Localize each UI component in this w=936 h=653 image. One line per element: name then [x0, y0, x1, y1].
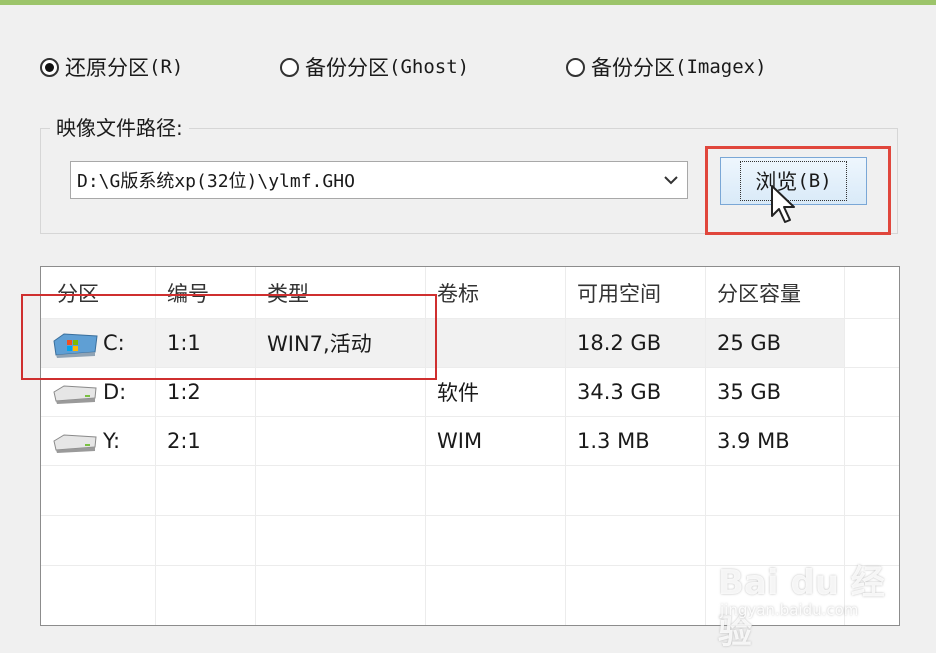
row-divider: [41, 515, 899, 516]
cell-free-space: 18.2 GB: [577, 331, 662, 355]
radio-checked-indicator: [40, 57, 59, 77]
radio-restore-partition[interactable]: 还原分区 (R): [40, 52, 183, 82]
cell-capacity: 25 GB: [717, 331, 782, 355]
radio-label: 备份分区: [591, 56, 675, 80]
column-divider: [844, 267, 845, 625]
row-divider: [41, 465, 899, 466]
column-header-free-space[interactable]: 可用空间: [577, 267, 661, 318]
cell-label: 软件: [437, 381, 479, 405]
cell-free-space: 34.3 GB: [577, 380, 662, 404]
browse-hotkey: (B): [797, 170, 832, 192]
image-path-combobox[interactable]: D:\G版系统xp(32位)\ylmf.GHO: [70, 161, 688, 199]
image-path-value: D:\G版系统xp(32位)\ylmf.GHO: [77, 171, 355, 192]
cell-number: 2:1: [167, 429, 201, 453]
row-divider: [41, 565, 899, 566]
radio-hotkey: (Imagex): [675, 56, 767, 78]
chevron-down-icon[interactable]: [655, 162, 687, 198]
radio-unchecked-indicator: [566, 57, 585, 77]
radio-backup-imagex[interactable]: 备份分区 (Imagex): [566, 52, 767, 82]
cell-partition: Y:: [103, 429, 121, 453]
window-top-border: [0, 0, 936, 5]
mouse-pointer-icon: [771, 185, 795, 223]
row-highlight-annotation: [21, 294, 437, 380]
hard-drive-icon: [53, 385, 97, 404]
radio-unchecked-indicator: [280, 57, 299, 77]
radio-label: 还原分区: [65, 56, 149, 80]
cell-capacity: 3.9 MB: [717, 429, 790, 453]
radio-backup-ghost[interactable]: 备份分区 (Ghost): [280, 52, 469, 82]
column-header-label[interactable]: 卷标: [437, 267, 479, 318]
hard-drive-icon: [53, 434, 97, 453]
column-header-capacity[interactable]: 分区容量: [717, 267, 801, 318]
cell-label: WIM: [437, 429, 483, 453]
column-divider: [705, 267, 706, 625]
image-path-label: 映像文件路径:: [50, 114, 189, 142]
radio-hotkey: (Ghost): [389, 56, 470, 78]
radio-hotkey: (R): [149, 56, 184, 78]
cell-free-space: 1.3 MB: [577, 429, 650, 453]
cell-capacity: 35 GB: [717, 380, 782, 404]
column-divider: [565, 267, 566, 625]
radio-label: 备份分区: [305, 56, 389, 80]
